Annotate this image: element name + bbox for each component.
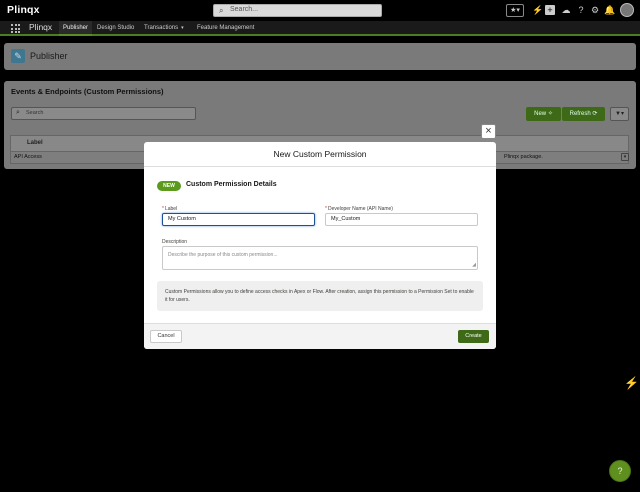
create-button[interactable]: Create xyxy=(458,330,489,343)
resize-handle-icon[interactable]: ◢ xyxy=(472,262,476,268)
refresh-icon: ⟳ xyxy=(592,111,598,117)
app-nav-bar: Plinqx Publisher Design Studio Transacti… xyxy=(0,21,640,36)
tab-publisher[interactable]: Publisher xyxy=(59,21,93,36)
search-icon: ⌕ xyxy=(16,109,20,116)
tab-feature-management[interactable]: Feature Management xyxy=(193,21,258,36)
app-name: Plinqx xyxy=(29,22,53,32)
description-placeholder: Describe the purpose of this custom perm… xyxy=(168,252,278,258)
favorites-icon[interactable]: ★▾ xyxy=(506,4,524,17)
column-header-label[interactable]: Label xyxy=(27,140,43,146)
help-button[interactable]: ? xyxy=(609,460,631,482)
tab-design-studio[interactable]: Design Studio xyxy=(93,21,138,36)
required-marker: * xyxy=(325,206,327,212)
trailhead-icon[interactable]: ☁ xyxy=(560,4,572,17)
help-icon: ? xyxy=(617,466,623,476)
list-search-input[interactable]: ⌕ Search xyxy=(11,107,196,120)
refresh-button-label: Refresh xyxy=(569,111,591,117)
search-icon: ⌕ xyxy=(219,6,224,15)
page-header: ✎ Publisher xyxy=(4,43,636,70)
help-icon[interactable]: ? xyxy=(576,4,586,17)
developer-name-label-text: Developer Name (API Name) xyxy=(327,206,393,212)
description-textarea[interactable]: Describe the purpose of this custom perm… xyxy=(162,246,478,270)
new-badge: NEW xyxy=(157,181,181,191)
row-actions-icon[interactable]: ▾ xyxy=(621,153,629,161)
tab-label: Design Studio xyxy=(97,25,135,31)
filter-button[interactable]: ▼▾ xyxy=(610,107,629,121)
modal-header: New Custom Permission xyxy=(144,142,496,167)
info-text: Custom Permissions allow you to define a… xyxy=(165,289,474,303)
bolt-icon[interactable]: ⚡ xyxy=(532,4,543,17)
row-label[interactable]: API Access xyxy=(14,154,42,160)
bell-icon[interactable]: 🔔 xyxy=(604,4,615,17)
developer-name-input[interactable]: My_Custom xyxy=(325,213,478,226)
page-title: Publisher xyxy=(30,51,68,61)
global-search-input[interactable]: ⌕ Search... xyxy=(213,4,382,17)
close-icon[interactable]: × xyxy=(481,124,496,139)
tab-label: Feature Management xyxy=(197,25,255,31)
modal-title: New Custom Permission xyxy=(273,149,367,159)
modal-footer: Cancel Create xyxy=(144,323,496,349)
app-launcher-icon[interactable] xyxy=(11,24,20,33)
global-search-placeholder: Search... xyxy=(230,6,259,13)
tab-label: Publisher xyxy=(63,25,89,31)
list-search-placeholder: Search xyxy=(26,110,44,116)
label-field-label: *Label xyxy=(162,206,177,212)
app-logo: Plinqx xyxy=(7,4,40,16)
new-button-label: New xyxy=(534,111,547,117)
publisher-icon: ✎ xyxy=(11,49,25,63)
bolt-icon[interactable]: ⚡ xyxy=(624,376,639,390)
cancel-button[interactable]: Cancel xyxy=(150,330,182,343)
avatar[interactable] xyxy=(620,3,634,17)
gear-icon[interactable]: ⚙ xyxy=(590,4,600,17)
tab-label: Transactions xyxy=(144,25,179,31)
required-marker: * xyxy=(162,206,164,212)
chevron-down-icon: ▾ xyxy=(181,25,184,31)
tab-transactions[interactable]: Transactions ▾ xyxy=(140,21,188,36)
description-label: Description xyxy=(162,239,188,245)
label-field-label-text: Label xyxy=(164,206,178,212)
developer-name-label: *Developer Name (API Name) xyxy=(325,206,393,212)
new-custom-permission-modal: New Custom Permission NEW Custom Permiss… xyxy=(144,142,496,349)
add-icon[interactable]: + xyxy=(545,5,555,15)
list-title: Events & Endpoints (Custom Permissions) xyxy=(11,87,164,96)
info-box: Custom Permissions allow you to define a… xyxy=(157,281,483,311)
refresh-button[interactable]: Refresh ⟳ xyxy=(562,107,605,121)
sparkle-icon: ✧ xyxy=(547,111,553,117)
section-title: Custom Permission Details xyxy=(186,181,277,188)
row-description: Plinqx package. xyxy=(504,154,543,160)
label-input[interactable]: My Custom xyxy=(162,213,315,226)
global-header: Plinqx ⌕ Search... ★▾ ⚡ + ☁ ? ⚙ 🔔 xyxy=(0,0,640,21)
new-button[interactable]: New ✧ xyxy=(526,107,561,121)
filter-icon: ▼▾ xyxy=(615,111,624,117)
